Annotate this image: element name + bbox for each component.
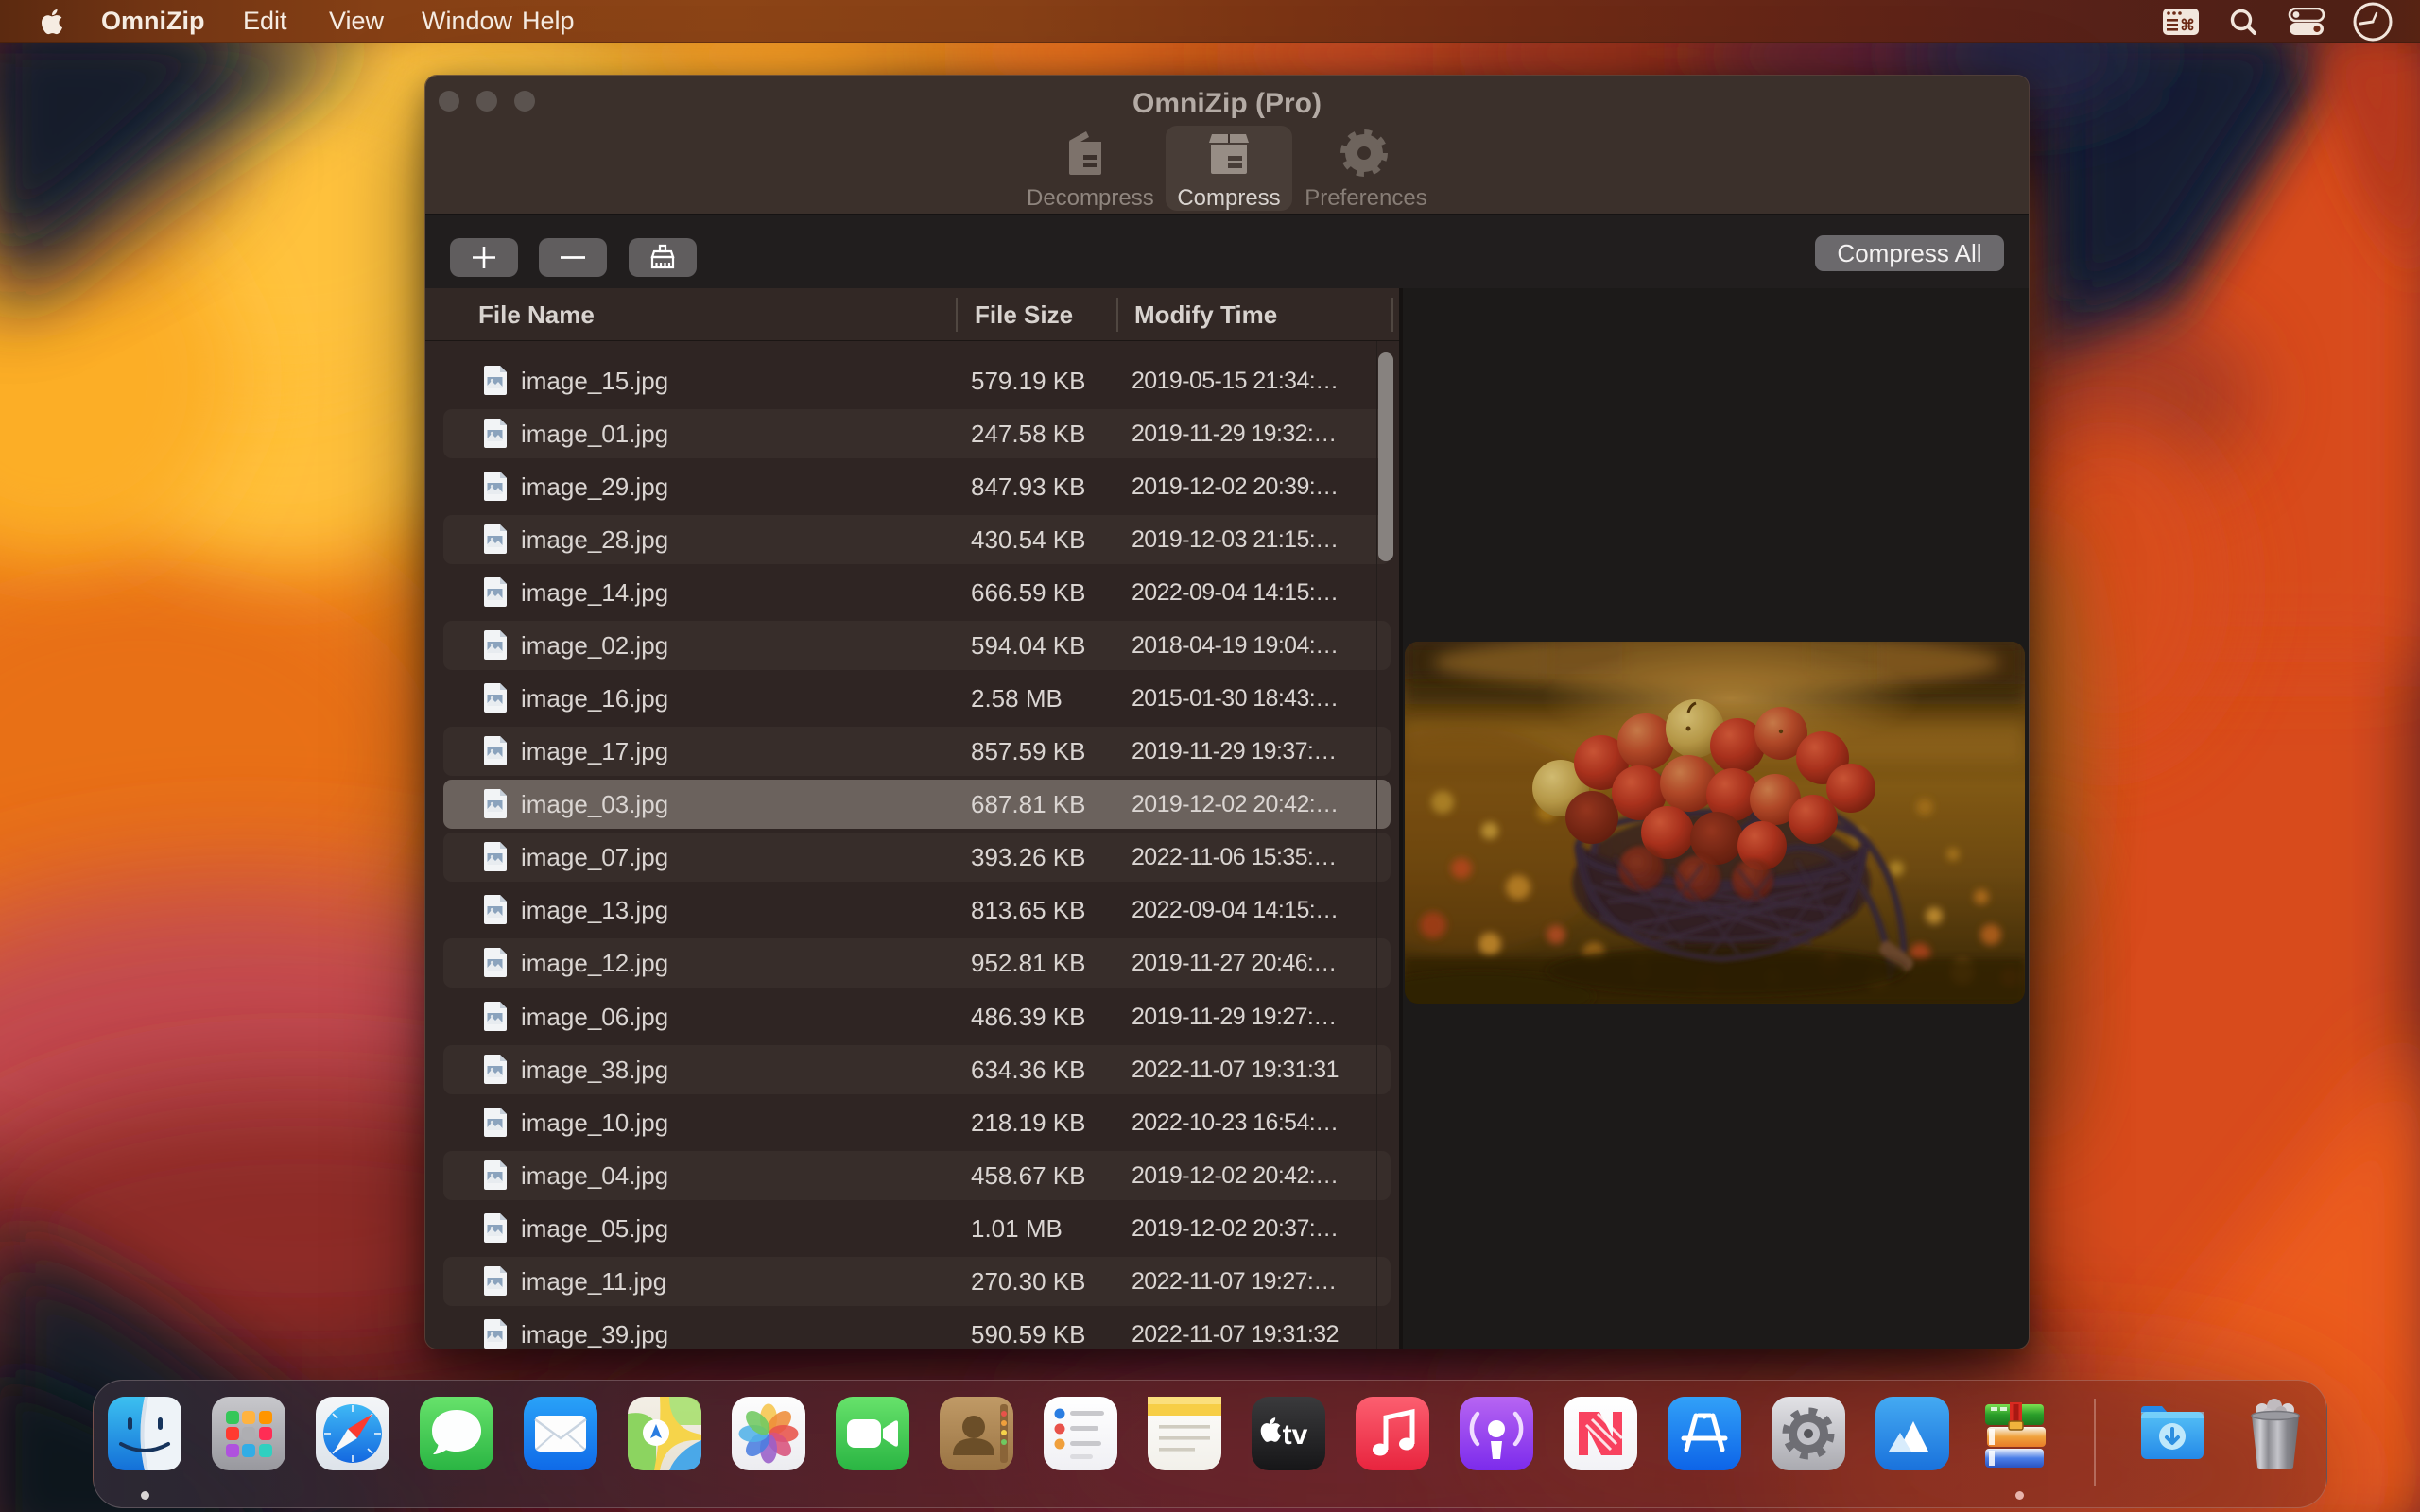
svg-text:⌘: ⌘: [2180, 18, 2195, 34]
svg-text:tv: tv: [1283, 1419, 1308, 1451]
